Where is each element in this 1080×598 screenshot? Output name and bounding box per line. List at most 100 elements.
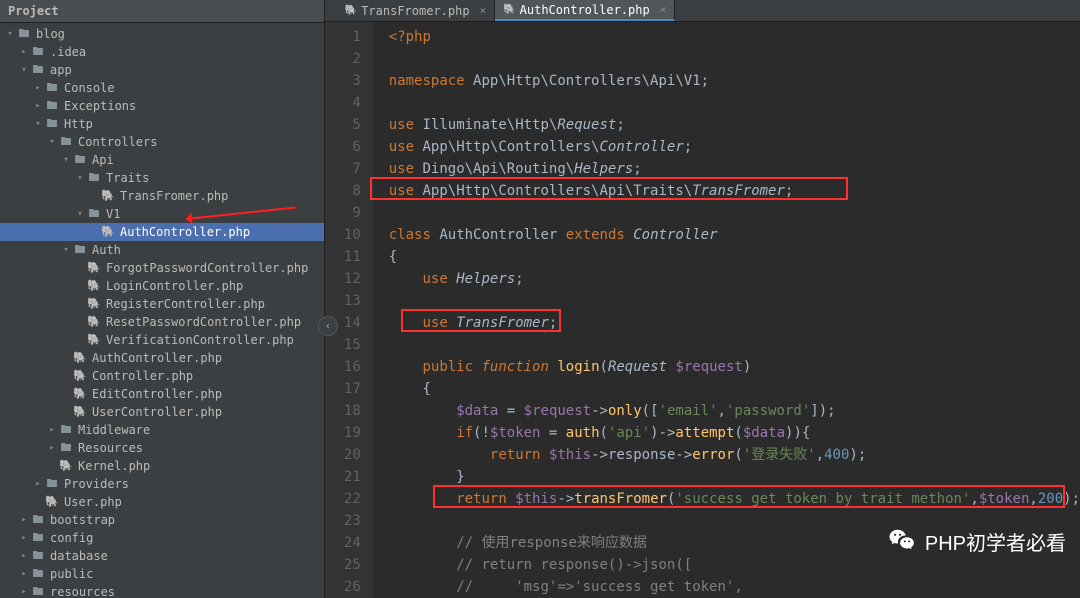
code-line[interactable]: { (389, 246, 1080, 268)
php-file-icon: 🐘 (100, 187, 116, 205)
tree-folder[interactable]: ▸🖿Providers (0, 475, 324, 493)
tree-folder[interactable]: ▾🖿Api (0, 151, 324, 169)
tree-folder[interactable]: ▸🖿resources (0, 583, 324, 598)
php-file-icon: 🐘 (72, 385, 88, 403)
folder-icon: 🖿 (30, 43, 46, 61)
tree-file[interactable]: 🐘AuthController.php (0, 349, 324, 367)
chevron-icon[interactable]: ▾ (74, 205, 86, 223)
php-file-icon: 🐘 (503, 4, 515, 15)
chevron-icon[interactable]: ▸ (46, 439, 58, 457)
tree-folder[interactable]: ▸🖿Resources (0, 439, 324, 457)
folder-icon: 🖿 (30, 565, 46, 583)
tree-folder[interactable]: ▸🖿Exceptions (0, 97, 324, 115)
tree-file[interactable]: 🐘Controller.php (0, 367, 324, 385)
code-line[interactable] (389, 510, 1080, 532)
tree-folder[interactable]: ▾🖿blog (0, 25, 324, 43)
code-line[interactable]: if(!$token = auth('api')->attempt($data)… (389, 422, 1080, 444)
chevron-icon[interactable]: ▾ (18, 61, 30, 79)
tree-folder[interactable]: ▾🖿Controllers (0, 133, 324, 151)
tree-file[interactable]: 🐘ResetPasswordController.php (0, 313, 324, 331)
code-line[interactable] (389, 202, 1080, 224)
chevron-icon[interactable]: ▾ (4, 25, 16, 43)
chevron-icon[interactable]: ▸ (18, 565, 30, 583)
chevron-icon[interactable]: ▸ (18, 529, 30, 547)
tree-folder[interactable]: ▾🖿app (0, 61, 324, 79)
chevron-icon[interactable]: ▸ (32, 97, 44, 115)
tree-folder[interactable]: ▸🖿config (0, 529, 324, 547)
chevron-icon[interactable]: ▾ (46, 133, 58, 151)
code-line[interactable]: use TransFromer; (389, 312, 1080, 334)
tree-folder[interactable]: ▾🖿Auth (0, 241, 324, 259)
chevron-icon[interactable]: ▾ (60, 151, 72, 169)
php-file-icon: 🐘 (100, 223, 116, 241)
tree-file[interactable]: 🐘LoginController.php (0, 277, 324, 295)
tree-file[interactable]: 🐘TransFromer.php (0, 187, 324, 205)
project-tree[interactable]: ▾🖿blog▸🖿.idea▾🖿app▸🖿Console▸🖿Exceptions▾… (0, 23, 324, 598)
folder-icon: 🖿 (30, 511, 46, 529)
chevron-icon[interactable]: ▸ (32, 475, 44, 493)
code-line[interactable]: use App\Http\Controllers\Api\Traits\Tran… (389, 180, 1080, 202)
tree-file[interactable]: 🐘VerificationController.php (0, 331, 324, 349)
tree-folder[interactable]: ▾🖿Traits (0, 169, 324, 187)
sidebar-title[interactable]: Project (0, 0, 324, 23)
tree-folder[interactable]: ▾🖿V1 (0, 205, 324, 223)
code-line[interactable] (389, 290, 1080, 312)
code-line[interactable]: use App\Http\Controllers\Controller; (389, 136, 1080, 158)
tree-folder[interactable]: ▾🖿Http (0, 115, 324, 133)
code-line[interactable]: return $this->response->error('登录失败',400… (389, 444, 1080, 466)
tree-item-label: AuthController.php (120, 223, 250, 241)
tree-file[interactable]: 🐘RegisterController.php (0, 295, 324, 313)
tree-file[interactable]: 🐘Kernel.php (0, 457, 324, 475)
editor-tab[interactable]: 🐘TransFromer.php× (337, 0, 495, 21)
splitter-collapse-button[interactable]: ‹ (318, 316, 338, 336)
chevron-icon[interactable]: ▾ (32, 115, 44, 133)
code-line[interactable]: // return response()->json([ (389, 554, 1080, 576)
code-line[interactable] (389, 334, 1080, 356)
tree-item-label: RegisterController.php (106, 295, 265, 313)
close-icon[interactable]: × (480, 4, 487, 17)
code-line[interactable]: use Illuminate\Http\Request; (389, 114, 1080, 136)
tree-file[interactable]: 🐘ForgotPasswordController.php (0, 259, 324, 277)
chevron-icon[interactable]: ▸ (18, 547, 30, 565)
code-line[interactable]: namespace App\Http\Controllers\Api\V1; (389, 70, 1080, 92)
folder-icon: 🖿 (44, 97, 60, 115)
code-line[interactable]: // 使用response来响应数据 (389, 532, 1080, 554)
code-line[interactable]: // 'msg'=>'success get token', (389, 576, 1080, 598)
tree-file[interactable]: 🐘EditController.php (0, 385, 324, 403)
chevron-icon[interactable]: ▸ (32, 79, 44, 97)
tree-folder[interactable]: ▸🖿bootstrap (0, 511, 324, 529)
folder-icon: 🖿 (86, 205, 102, 223)
line-number: 13 (325, 290, 361, 312)
chevron-icon[interactable]: ▸ (18, 43, 30, 61)
tree-folder[interactable]: ▸🖿.idea (0, 43, 324, 61)
tree-folder[interactable]: ▸🖿Console (0, 79, 324, 97)
code-line[interactable]: } (389, 466, 1080, 488)
code-line[interactable] (389, 48, 1080, 70)
tree-file[interactable]: 🐘AuthController.php (0, 223, 324, 241)
code-line[interactable]: <?php (389, 26, 1080, 48)
code-content[interactable]: <?php namespace App\Http\Controllers\Api\… (373, 22, 1080, 598)
code-line[interactable]: $data = $request->only(['email','passwor… (389, 400, 1080, 422)
tree-folder[interactable]: ▸🖿Middleware (0, 421, 324, 439)
chevron-icon[interactable]: ▸ (46, 421, 58, 439)
chevron-icon[interactable]: ▸ (18, 511, 30, 529)
chevron-icon[interactable]: ▾ (60, 241, 72, 259)
code-line[interactable]: use Dingo\Api\Routing\Helpers; (389, 158, 1080, 180)
tree-item-label: Providers (64, 475, 129, 493)
editor-tab[interactable]: 🐘AuthController.php× (495, 0, 675, 21)
code-line[interactable] (389, 92, 1080, 114)
php-file-icon: 🐘 (86, 295, 102, 313)
code-line[interactable]: { (389, 378, 1080, 400)
chevron-icon[interactable]: ▸ (18, 583, 30, 598)
tree-folder[interactable]: ▸🖿database (0, 547, 324, 565)
tree-folder[interactable]: ▸🖿public (0, 565, 324, 583)
chevron-icon[interactable]: ▾ (74, 169, 86, 187)
code-line[interactable]: return $this->transFromer('success get t… (389, 488, 1080, 510)
tree-file[interactable]: 🐘UserController.php (0, 403, 324, 421)
close-icon[interactable]: × (660, 3, 667, 16)
code-line[interactable]: use Helpers; (389, 268, 1080, 290)
code-line[interactable]: class AuthController extends Controller (389, 224, 1080, 246)
tree-file[interactable]: 🐘User.php (0, 493, 324, 511)
line-number: 2 (325, 48, 361, 70)
code-line[interactable]: public function login(Request $request) (389, 356, 1080, 378)
